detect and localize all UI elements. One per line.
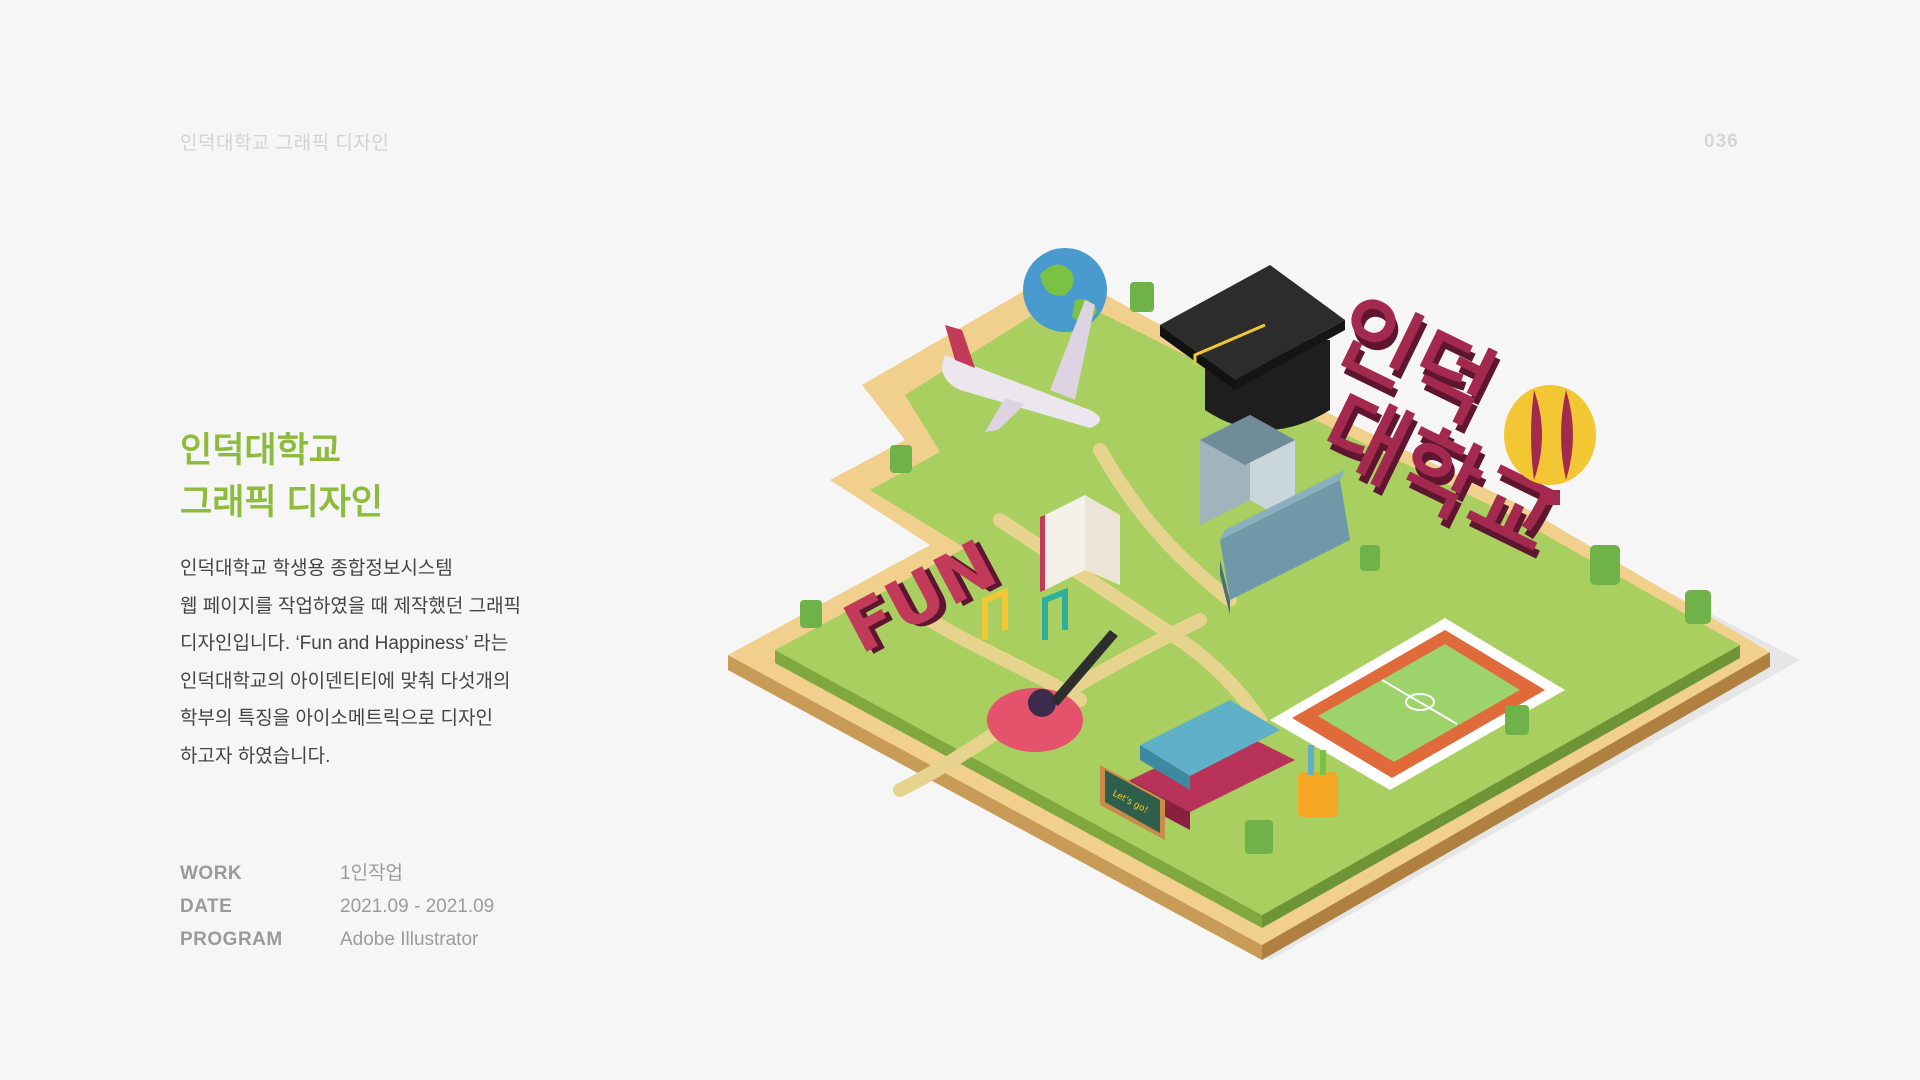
description-line: 웹 페이지를 작업하였을 때 제작했던 그래픽 <box>180 595 522 617</box>
globe <box>1023 248 1107 332</box>
description: 인덕대학교 학생용 종합정보시스템 웹 페이지를 작업하였을 때 제작했던 그래… <box>180 550 560 775</box>
title-line-2: 그래픽 디자인 <box>180 483 383 522</box>
description-line: 인덕대학교 학생용 종합정보시스템 <box>180 558 453 579</box>
project-label: 인덕대학교 그래픽 디자인 <box>180 133 390 154</box>
description-line: 디자인입니다. ‘Fun and Happiness’ 라는 <box>180 633 509 654</box>
meta-key: DATE <box>180 896 233 917</box>
meta-value: Adobe Illustrator <box>340 929 479 950</box>
description-line: 학부의 특징을 아이소메트릭으로 디자인 <box>180 708 493 729</box>
project-meta: WORK 1인작업 DATE 2021.09 - 2021.09 PROGRAM… <box>180 857 494 956</box>
meta-row-program: PROGRAM Adobe Illustrator <box>180 923 494 956</box>
page-title: 인덕대학교 그래픽 디자인 <box>180 425 383 529</box>
meta-row-date: DATE 2021.09 - 2021.09 <box>180 890 494 923</box>
title-line-1: 인덕대학교 <box>180 431 342 470</box>
meta-value: 1인작업 <box>340 863 404 884</box>
meta-row-work: WORK 1인작업 <box>180 857 494 890</box>
meta-value: 2021.09 - 2021.09 <box>340 896 495 917</box>
meta-key: PROGRAM <box>180 929 283 950</box>
page-number: 036 <box>1704 131 1739 152</box>
meta-key: WORK <box>180 863 243 884</box>
isometric-campus-illustration: 인덕 인덕 대학교 대학교 FUN FUN Let's go! <box>728 248 1800 960</box>
description-line: 인덕대학교의 아이덴티티에 맞춰 다섯개의 <box>180 670 511 692</box>
description-line: 하고자 하였습니다. <box>180 745 331 767</box>
